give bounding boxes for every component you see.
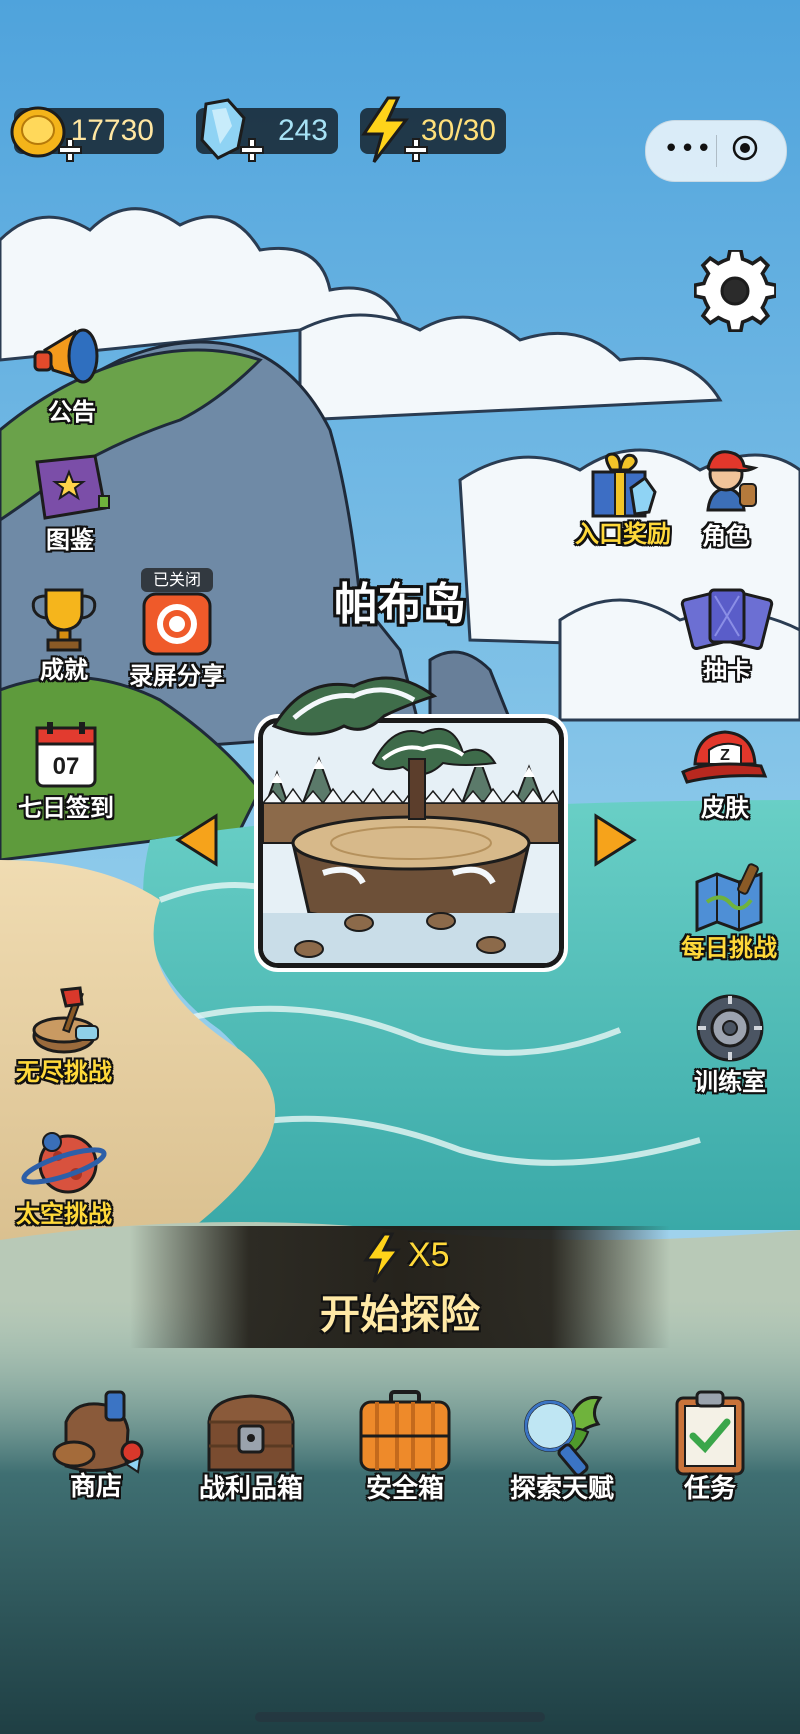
- draw-card-label: 抽卡: [703, 656, 751, 684]
- target-icon[interactable]: [732, 135, 758, 161]
- task-label: 任务: [683, 1474, 736, 1504]
- right-arrow-icon[interactable]: [590, 812, 640, 868]
- task-button[interactable]: 任务: [660, 1388, 760, 1505]
- notice-button[interactable]: 公告: [22, 320, 122, 427]
- endless-challenge-label: 无尽挑战: [16, 1058, 112, 1086]
- home-indicator[interactable]: [255, 1712, 545, 1722]
- record-share-label: 录屏分享: [129, 662, 225, 690]
- explore-talent-label: 探索天赋: [509, 1474, 614, 1504]
- svg-text:Z: Z: [720, 747, 730, 764]
- training-room-button[interactable]: 训练室: [672, 990, 788, 1097]
- axe-stump-icon: [32, 986, 99, 1054]
- shop-button[interactable]: 商店: [40, 1388, 152, 1503]
- book-icon: [35, 454, 110, 520]
- training-room-label: 训练室: [694, 1068, 766, 1096]
- coin-value: 17730: [70, 114, 154, 147]
- daily-challenge-button[interactable]: 每日挑战: [664, 862, 794, 963]
- cards-icon: [680, 588, 774, 651]
- draw-card-button[interactable]: 抽卡: [672, 584, 782, 685]
- clipboard-icon: [675, 1390, 745, 1476]
- palm-leaves-decoration: [271, 676, 438, 736]
- entry-reward-button[interactable]: 入口奖励: [558, 448, 688, 549]
- skin-button[interactable]: Z 皮肤: [670, 720, 780, 823]
- safe-box-label: 安全箱: [365, 1474, 444, 1504]
- energy-value: 30/30: [420, 114, 496, 147]
- chest-icon: [207, 1394, 295, 1472]
- coin-counter[interactable]: 17730: [10, 106, 164, 162]
- cap-icon: Z: [681, 730, 768, 784]
- explore-talent-button[interactable]: 探索天赋: [496, 1388, 628, 1505]
- capsule-divider: [716, 135, 717, 167]
- planet-icon: [21, 1132, 107, 1194]
- character-icon: [706, 450, 759, 512]
- seven-day-signin-button[interactable]: 07 七日签到: [6, 722, 126, 823]
- gem-value: 243: [277, 114, 328, 147]
- magnifier-icon: [524, 1395, 603, 1477]
- energy-counter[interactable]: 30/30: [360, 96, 506, 163]
- space-challenge-label: 太空挑战: [16, 1200, 112, 1228]
- start-adventure-button[interactable]: X5 开始探险: [130, 1226, 670, 1348]
- entry-reward-label: 入口奖励: [575, 520, 671, 548]
- codex-label: 图鉴: [46, 526, 94, 554]
- energy-cost: X5: [360, 1232, 560, 1283]
- gem-plus-icon[interactable]: [240, 138, 264, 162]
- record-share-button[interactable]: 已关闭 录屏分享: [122, 568, 232, 691]
- notice-label: 公告: [48, 398, 96, 426]
- safe-box-button[interactable]: 安全箱: [350, 1388, 460, 1505]
- level-card[interactable]: [254, 714, 568, 972]
- record-icon: [142, 592, 212, 656]
- start-adventure-label: 开始探险: [320, 1292, 480, 1338]
- energy-cost-value: X5: [408, 1236, 450, 1274]
- level-preview-image: [263, 723, 559, 963]
- gift-icon: [591, 452, 657, 518]
- character-label: 角色: [702, 522, 750, 550]
- character-button[interactable]: 角色: [676, 440, 776, 551]
- miniprogram-capsule: •••: [645, 120, 787, 182]
- codex-button[interactable]: 图鉴: [20, 452, 120, 555]
- achievement-button[interactable]: 成就: [14, 584, 114, 685]
- record-status-text: 已关闭: [152, 570, 201, 589]
- loot-box-label: 战利品箱: [198, 1474, 303, 1504]
- shop-label: 商店: [69, 1472, 122, 1502]
- calendar-icon: 07: [35, 722, 97, 788]
- calendar-day-text: 07: [53, 753, 80, 780]
- left-arrow-icon[interactable]: [172, 812, 222, 868]
- map-icon: [695, 863, 763, 933]
- daily-challenge-label: 每日挑战: [681, 934, 777, 962]
- energy-cost-icon: [363, 1232, 401, 1283]
- gear-icon[interactable]: [694, 250, 776, 332]
- trophy-icon: [31, 588, 97, 652]
- endless-challenge-button[interactable]: 无尽挑战: [4, 986, 124, 1087]
- more-icon[interactable]: •••: [660, 127, 716, 175]
- space-challenge-button[interactable]: 太空挑战: [4, 1122, 124, 1229]
- achievement-label: 成就: [40, 656, 88, 684]
- tire-icon: [696, 994, 764, 1062]
- gem-counter[interactable]: 243: [196, 98, 338, 162]
- megaphone-icon: [33, 328, 99, 384]
- skin-label: 皮肤: [701, 794, 749, 822]
- loot-box-button[interactable]: 战利品箱: [186, 1388, 316, 1505]
- suitcase-icon: [359, 1390, 451, 1472]
- seven-day-label: 七日签到: [18, 794, 114, 822]
- record-status-badge: 已关闭: [141, 568, 213, 592]
- backpack-icon: [52, 1390, 144, 1474]
- island-name: 帕布岛: [334, 579, 466, 630]
